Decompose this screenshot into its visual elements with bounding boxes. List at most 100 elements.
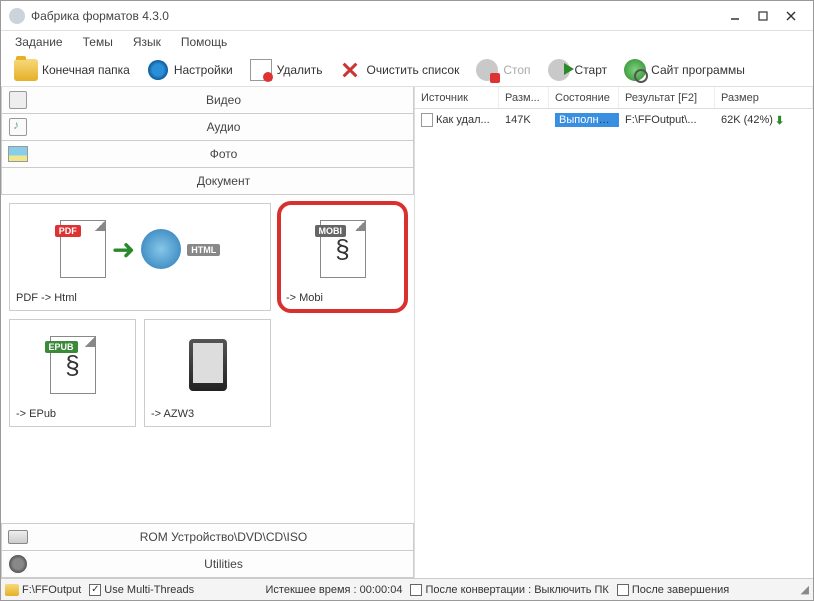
td-state: Выполнено: [549, 112, 619, 128]
menu-language[interactable]: Язык: [125, 33, 169, 51]
status-output-path[interactable]: F:\FFOutput: [5, 584, 81, 596]
tile-mobi-art: MOBI§: [286, 210, 399, 288]
drive-icon: [2, 530, 34, 544]
video-icon: [2, 91, 34, 109]
tile-mobi[interactable]: MOBI§ -> Mobi: [279, 203, 406, 311]
output-folder-label: Конечная папка: [42, 63, 130, 77]
after-finish-label: После завершения: [632, 584, 729, 596]
table-row[interactable]: Как удал... 147K Выполнено F:\FFOutput\.…: [415, 109, 813, 131]
status-badge: Выполнено: [555, 113, 619, 127]
epub-file-icon: EPUB§: [50, 336, 96, 394]
category-utilities[interactable]: Utilities: [1, 550, 414, 578]
delete-button[interactable]: Удалить: [242, 56, 330, 84]
delete-icon: [249, 58, 273, 82]
tile-epub-art: EPUB§: [16, 326, 129, 404]
gear-icon: [146, 58, 170, 82]
tile-azw3-label: -> AZW3: [151, 404, 264, 420]
tile-pdf-to-html[interactable]: PDF ➜ HTML PDF -> Html: [9, 203, 271, 311]
minimize-button[interactable]: [721, 6, 749, 26]
after-finish-checkbox[interactable]: [617, 584, 629, 596]
document-tile-grid: PDF ➜ HTML PDF -> Html MOBI§ -> Mobi EP: [1, 195, 414, 524]
status-bar: F:\FFOutput Use Multi-Threads Истекшее в…: [1, 578, 813, 600]
clear-list-label: Очистить список: [366, 63, 459, 77]
tile-epub[interactable]: EPUB§ -> EPub: [9, 319, 136, 427]
th-outsize[interactable]: Размер: [715, 87, 813, 108]
category-rom[interactable]: ROM Устройство\DVD\CD\ISO: [1, 523, 414, 551]
multithreads-label: Use Multi-Threads: [104, 584, 194, 596]
th-result[interactable]: Результат [F2]: [619, 87, 715, 108]
app-window: Фабрика форматов 4.3.0 Задание Темы Язык…: [0, 0, 814, 601]
pdf-file-icon: PDF: [60, 220, 106, 278]
status-after-finish[interactable]: После завершения: [617, 584, 729, 596]
resize-grip-icon[interactable]: ◢: [801, 583, 809, 596]
settings-label: Настройки: [174, 63, 233, 77]
status-after-convert[interactable]: После конвертации : Выключить ПК: [410, 584, 608, 596]
tile-azw3[interactable]: -> AZW3: [144, 319, 271, 427]
category-utilities-label: Utilities: [34, 557, 413, 571]
clear-icon: [338, 58, 362, 82]
globe-icon: [141, 229, 181, 269]
start-icon: [547, 58, 571, 82]
after-convert-checkbox[interactable]: [410, 584, 422, 596]
settings-button[interactable]: Настройки: [139, 56, 240, 84]
menu-themes[interactable]: Темы: [75, 33, 121, 51]
status-output-path-text: F:\FFOutput: [22, 584, 81, 596]
ereader-icon: [189, 339, 227, 391]
td-size: 147K: [499, 112, 549, 128]
app-icon: [9, 8, 25, 24]
category-rom-label: ROM Устройство\DVD\CD\ISO: [34, 530, 413, 544]
start-button[interactable]: Старт: [540, 56, 615, 84]
category-video[interactable]: Видео: [1, 87, 414, 114]
stop-button[interactable]: Стоп: [468, 56, 537, 84]
file-icon: [421, 113, 433, 127]
after-convert-label: После конвертации : Выключить ПК: [425, 584, 608, 596]
tile-pdf-html-label: PDF -> Html: [16, 288, 264, 304]
tile-epub-label: -> EPub: [16, 404, 129, 420]
task-table-header: Источник Разм... Состояние Результат [F2…: [415, 87, 813, 109]
category-audio[interactable]: Аудио: [1, 113, 414, 141]
category-photo-label: Фото: [34, 147, 413, 161]
category-video-label: Видео: [34, 93, 413, 107]
window-title: Фабрика форматов 4.3.0: [31, 9, 721, 23]
status-multithreads[interactable]: Use Multi-Threads: [89, 584, 194, 596]
site-button[interactable]: Сайт программы: [616, 56, 752, 84]
size-down-arrow-icon: ⬇: [775, 114, 784, 127]
clear-list-button[interactable]: Очистить список: [331, 56, 466, 84]
globe-search-icon: [623, 58, 647, 82]
output-folder-button[interactable]: Конечная папка: [7, 56, 137, 84]
td-outsize-text: 62K (42%): [721, 114, 773, 126]
menu-bar: Задание Темы Язык Помощь: [1, 31, 813, 53]
tile-azw3-art: [151, 326, 264, 404]
site-label: Сайт программы: [651, 63, 745, 77]
th-source[interactable]: Источник: [415, 87, 499, 108]
category-document[interactable]: Документ: [1, 167, 414, 195]
multithreads-checkbox[interactable]: [89, 584, 101, 596]
right-pane: Источник Разм... Состояние Результат [F2…: [415, 87, 813, 578]
category-document-label: Документ: [34, 174, 413, 188]
stop-icon: [475, 58, 499, 82]
td-result: F:\FFOutput\...: [619, 112, 715, 128]
th-state[interactable]: Состояние: [549, 87, 619, 108]
photo-icon: [2, 146, 34, 162]
tile-pdf-html-art: PDF ➜ HTML: [16, 210, 264, 288]
maximize-button[interactable]: [749, 6, 777, 26]
tile-mobi-label: -> Mobi: [286, 288, 399, 304]
menu-help[interactable]: Помощь: [173, 33, 235, 51]
title-bar: Фабрика форматов 4.3.0: [1, 1, 813, 31]
utilities-icon: [2, 555, 34, 573]
main-area: Видео Аудио Фото Документ PDF ➜: [1, 87, 813, 578]
td-outsize: 62K (42%) ⬇: [715, 112, 813, 129]
category-photo[interactable]: Фото: [1, 140, 414, 168]
menu-task[interactable]: Задание: [7, 33, 71, 51]
close-button[interactable]: [777, 6, 805, 26]
toolbar: Конечная папка Настройки Удалить Очистит…: [1, 53, 813, 87]
td-source-text: Как удал...: [436, 114, 490, 126]
folder-small-icon: [5, 584, 19, 596]
delete-label: Удалить: [277, 63, 323, 77]
arrow-icon: ➜: [112, 233, 135, 266]
th-size[interactable]: Разм...: [499, 87, 549, 108]
status-elapsed: Истекшее время : 00:00:04: [266, 584, 403, 596]
folder-icon: [14, 58, 38, 82]
audio-icon: [2, 118, 34, 136]
start-label: Старт: [575, 63, 608, 77]
